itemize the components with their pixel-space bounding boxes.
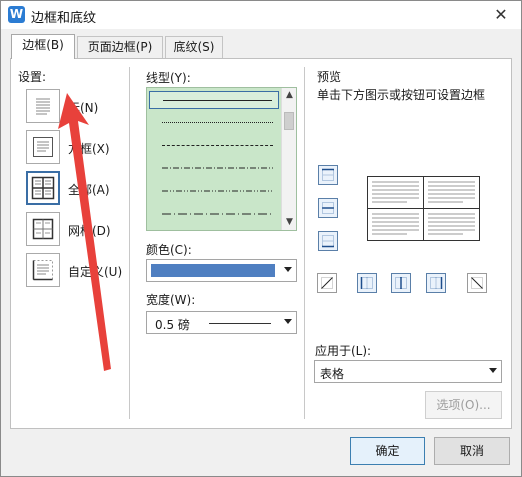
ok-button[interactable]: 确定 bbox=[350, 437, 425, 465]
left-border-icon bbox=[360, 277, 373, 289]
diagonal-down-icon bbox=[471, 277, 483, 289]
settings-label: 设置: bbox=[18, 70, 47, 84]
bottom-border-icon bbox=[322, 235, 334, 248]
wps-writer-icon: W bbox=[8, 6, 25, 23]
tab-shading[interactable]: 底纹(S) bbox=[165, 36, 223, 58]
dash-dot-dot-line-icon bbox=[162, 190, 273, 192]
width-value: 0.5 磅 bbox=[155, 318, 190, 332]
right-border-button[interactable] bbox=[426, 273, 446, 293]
top-border-icon bbox=[322, 168, 334, 181]
right-border-icon bbox=[430, 277, 443, 289]
scroll-down-icon[interactable]: ▼ bbox=[282, 215, 296, 230]
line-style-label: 线型(Y): bbox=[146, 71, 191, 85]
close-icon[interactable]: ✕ bbox=[491, 5, 511, 24]
width-label: 宽度(W): bbox=[146, 293, 196, 307]
apply-to-value: 表格 bbox=[320, 367, 345, 381]
setting-grid-button[interactable] bbox=[26, 212, 60, 246]
chevron-down-icon bbox=[284, 319, 292, 324]
box-border-icon bbox=[33, 137, 53, 157]
divider-left bbox=[129, 67, 130, 419]
scroll-up-icon[interactable]: ▲ bbox=[282, 88, 296, 103]
apply-to-dropdown[interactable]: 表格 bbox=[314, 360, 502, 383]
none-border-icon bbox=[36, 98, 50, 115]
line-style-scrollbar[interactable]: ▲ ▼ bbox=[281, 88, 296, 230]
divider-right bbox=[304, 67, 305, 419]
custom-border-icon bbox=[32, 260, 53, 281]
inside-horizontal-border-icon bbox=[322, 202, 334, 214]
tab-page-borders[interactable]: 页面边框(P) bbox=[77, 36, 163, 58]
chevron-down-icon bbox=[489, 368, 497, 373]
borders-and-shading-dialog: W 边框和底纹 ✕ 边框(B) 页面边框(P) 底纹(S) 设置: 无(N) 方… bbox=[0, 0, 522, 477]
setting-none-button[interactable] bbox=[26, 89, 60, 123]
dash-dot-line-icon bbox=[162, 167, 273, 169]
inside-vertical-border-button[interactable] bbox=[391, 273, 411, 293]
line-style-dotted[interactable] bbox=[149, 114, 279, 132]
inside-horizontal-border-button[interactable] bbox=[318, 198, 338, 218]
setting-all-button[interactable] bbox=[26, 171, 60, 205]
color-label: 颜色(C): bbox=[146, 243, 192, 257]
long-dash-dot-line-icon bbox=[162, 213, 273, 215]
preview-label: 预览 bbox=[317, 70, 342, 84]
dialog-title: 边框和底纹 bbox=[31, 11, 97, 26]
setting-box-label: 方框(X) bbox=[68, 142, 110, 156]
inside-vertical-border-icon bbox=[395, 277, 407, 289]
width-line-sample bbox=[209, 323, 271, 324]
line-style-dash-dot[interactable] bbox=[149, 160, 279, 178]
line-style-solid[interactable] bbox=[149, 91, 279, 109]
line-style-dash-dot-dot[interactable] bbox=[149, 183, 279, 201]
setting-custom-label: 自定义(U) bbox=[68, 265, 123, 279]
bottom-border-button[interactable] bbox=[318, 231, 338, 251]
apply-to-label: 应用于(L): bbox=[315, 344, 372, 358]
width-dropdown[interactable]: 0.5 磅 bbox=[146, 311, 297, 334]
preview-table-diagram bbox=[367, 176, 480, 241]
all-border-icon bbox=[31, 176, 55, 200]
scroll-thumb[interactable] bbox=[284, 112, 294, 130]
setting-all-label: 全部(A) bbox=[68, 183, 110, 197]
setting-custom-button[interactable] bbox=[26, 253, 60, 287]
line-style-long-dash-dot[interactable] bbox=[149, 206, 279, 224]
left-border-button[interactable] bbox=[357, 273, 377, 293]
grid-border-icon bbox=[32, 218, 54, 240]
borders-tab-panel: 设置: 无(N) 方框(X) 全部(A) 网格(D) 自定义(U) 线型(Y):… bbox=[10, 58, 512, 429]
options-button[interactable]: 选项(O)... bbox=[425, 391, 502, 419]
top-border-button[interactable] bbox=[318, 165, 338, 185]
tab-borders[interactable]: 边框(B) bbox=[11, 34, 75, 59]
cancel-button[interactable]: 取消 bbox=[434, 437, 510, 465]
color-dropdown[interactable] bbox=[146, 259, 297, 282]
title-bar: W 边框和底纹 ✕ bbox=[1, 1, 521, 29]
line-style-list[interactable]: ▲ ▼ bbox=[146, 87, 297, 231]
diagonal-up-border-button[interactable] bbox=[467, 273, 487, 293]
preview-description: 单击下方图示或按钮可设置边框 bbox=[317, 88, 486, 102]
chevron-down-icon bbox=[284, 267, 292, 272]
setting-none-label: 无(N) bbox=[68, 101, 99, 115]
line-style-dashed[interactable] bbox=[149, 137, 279, 155]
color-swatch bbox=[151, 264, 275, 277]
setting-grid-label: 网格(D) bbox=[68, 224, 111, 238]
diagonal-up-icon bbox=[321, 277, 333, 289]
setting-box-button[interactable] bbox=[26, 130, 60, 164]
diagonal-down-border-button[interactable] bbox=[317, 273, 337, 293]
